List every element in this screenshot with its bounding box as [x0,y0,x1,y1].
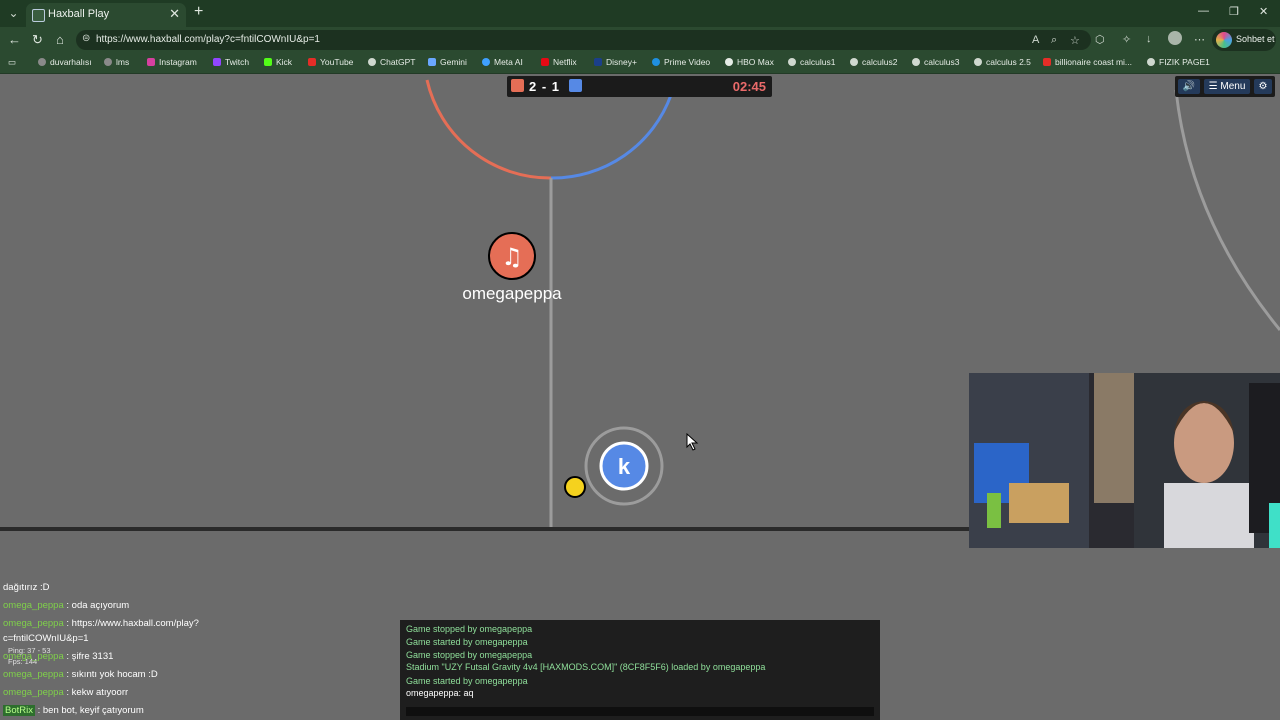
bookmark-calculus1[interactable]: calculus1 [788,57,835,67]
log-line: Game stopped by omegapeppa [406,650,533,660]
score-text: 2 - 1 [529,79,561,94]
chat-line: BotRix : ben bot, keyif çatıyorum [3,705,144,716]
bookmark-twitch[interactable]: Twitch [213,57,249,67]
menu-button[interactable]: ☰ Menu [1204,79,1250,94]
settings-gear-icon[interactable]: ⚙ [1254,79,1272,94]
chat-line: dağıtırız :D [3,582,50,593]
copilot-icon [1216,32,1232,48]
red-player-disc: ♫ [488,232,536,280]
blue-player-avatar: k [618,454,631,479]
bookmark-kick[interactable]: Kick [264,57,292,67]
bookmark-duvarhalisi[interactable]: duvarhalısı [38,57,92,67]
webcam-image [969,373,1280,548]
tab-title: Haxball Play [48,8,110,20]
tab-list-icon[interactable]: ⌄ [5,5,22,22]
refresh-icon[interactable]: ↻ [32,32,43,48]
back-icon[interactable]: ← [8,32,21,47]
red-player-name: omegapeppa [462,284,562,303]
copilot-button[interactable]: Sohbet et [1212,29,1276,51]
bookmark-netflix[interactable]: Netflix [541,57,577,67]
bookmark-chatgpt[interactable]: ChatGPT [368,57,415,67]
bookmark-disney[interactable]: Disney+ [594,57,637,67]
bookmark-fizik-page1[interactable]: FIZIK PAGE1 [1147,57,1210,67]
bookmark-lms[interactable]: lms [104,57,129,67]
bookmark-instagram[interactable]: Instagram [147,57,197,67]
bookmark-calculus2[interactable]: calculus2 [850,57,897,67]
blue-player-disc: k [584,426,664,506]
chat-line: omega_peppa : sıkıntı yok hocam :D [3,669,158,680]
chat-line: omega_peppa : şifre 3131 [3,651,114,662]
translate-icon[interactable]: A [1032,34,1039,46]
game-chat-log: Game stopped by omegapeppa Game started … [400,620,880,720]
maximize-icon[interactable]: ❐ [1229,5,1239,18]
close-tab-icon[interactable]: ✕ [169,6,180,22]
game-menu-bar: 🔊 ☰ Menu ⚙ [1175,76,1275,97]
log-line: Game started by omegapeppa [406,637,528,647]
more-options-icon[interactable]: ⋯ [1194,33,1205,46]
game-timer: 02:45 [732,79,766,94]
log-line: Game stopped by omegapeppa [406,624,533,634]
red-team-indicator [511,79,524,92]
chat-line: omega_peppa : https://www.haxball.com/pl… [3,618,199,629]
bookmark-meta-ai[interactable]: Meta AI [482,57,523,67]
mouse-cursor-icon [686,433,699,451]
bookmark-hbo-max[interactable]: HBO Max [725,57,774,67]
scoreboard: 2 - 1 02:45 [507,76,772,97]
chat-line: omega_peppa : kekw atıyoorr [3,687,129,698]
bookmark-gemini[interactable]: Gemini [428,57,467,67]
chat-input[interactable] [406,707,874,716]
home-icon[interactable]: ⌂ [56,32,64,47]
bookmark-youtube[interactable]: YouTube [308,57,353,67]
extensions-icon[interactable]: ⬡ [1095,33,1105,46]
chat-line: omega_peppa : oda açıyorum [3,600,130,611]
browser-toolbar: ← ↻ ⌂ ⊜ https://www.haxball.com/play?c=f… [0,27,1280,53]
favorites-icon[interactable]: ✧ [1122,33,1131,46]
minimize-icon[interactable]: — [1198,5,1209,17]
bookmark-billionaire-coast[interactable]: billionaire coast mi... [1043,57,1132,67]
bookmarks-menu-icon[interactable]: ▭ [8,57,16,68]
bookmark-prime-video[interactable]: Prime Video [652,57,710,67]
blue-team-indicator [569,79,582,92]
sound-icon[interactable]: 🔊 [1178,79,1200,94]
menu-label: Menu [1220,81,1246,92]
downloads-icon[interactable]: ↓ [1146,33,1152,45]
tab-haxball[interactable]: Haxball Play ✕ [26,3,186,27]
log-line: Game started by omegapeppa [406,676,528,686]
favorite-star-icon[interactable]: ☆ [1070,34,1080,47]
tab-bar: ⌄ Haxball Play ✕ + — ❐ ✕ [0,0,1280,27]
chat-line: c=fntilCOWnIU&p=1 [3,633,89,644]
red-player-avatar: ♫ [501,243,523,271]
bookmark-calculus-2-5[interactable]: calculus 2.5 [974,57,1031,67]
close-window-icon[interactable]: ✕ [1259,5,1268,18]
ball [564,476,586,498]
webcam-overlay [969,373,1280,548]
url-text: https://www.haxball.com/play?c=fntilCOWn… [96,34,320,45]
bookmark-calculus3[interactable]: calculus3 [912,57,959,67]
zoom-icon[interactable]: ⌕ [1051,34,1057,47]
haxball-favicon-icon [32,9,45,22]
profile-avatar[interactable] [1168,31,1182,45]
new-tab-icon[interactable]: + [194,3,203,21]
copilot-label: Sohbet et [1236,34,1275,44]
address-bar[interactable]: ⊜ https://www.haxball.com/play?c=fntilCO… [76,30,1091,50]
site-info-icon[interactable]: ⊜ [82,33,90,44]
bookmarks-bar: ▭ duvarhalısı lms Instagram Twitch Kick … [0,53,1280,74]
log-line: omegapeppa: aq [406,688,474,698]
log-line: Stadium "UZY Futsal Gravity 4v4 [HAXMODS… [406,662,766,672]
